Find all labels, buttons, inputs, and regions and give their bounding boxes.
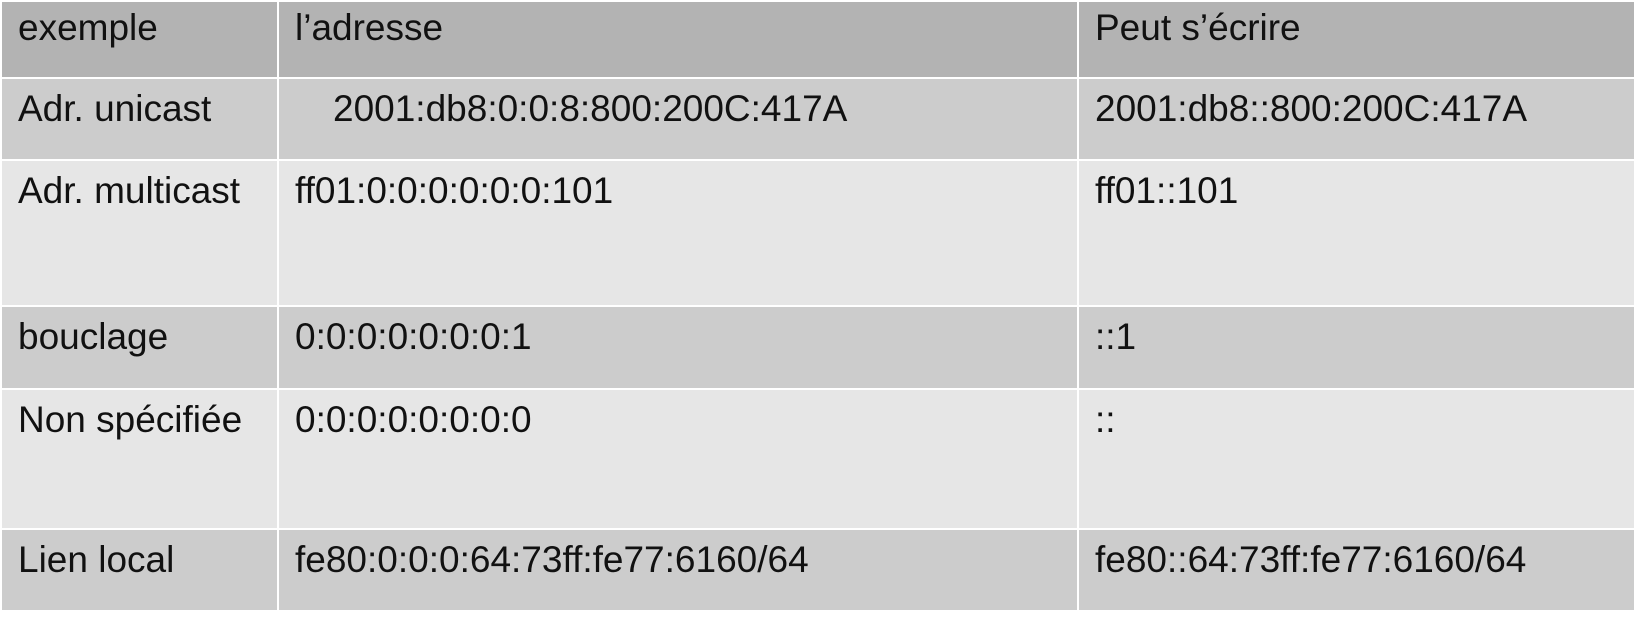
table-row: Adr. multicast ff01:0:0:0:0:0:0:101 ff01…	[0, 159, 1634, 307]
full-address-cell: 0:0:0:0:0:0:0:0	[277, 388, 1079, 530]
row-label-cell: Lien local	[0, 528, 279, 612]
short-address-cell: 2001:db8::800:200C:417A	[1077, 77, 1634, 161]
row-label-cell: Adr. multicast	[0, 159, 279, 307]
ipv6-address-table: exemple l’adresse Peut s’écrire Adr. uni…	[0, 0, 1634, 612]
short-address-cell: ::	[1077, 388, 1634, 530]
row-label-cell: Non spécifiée	[0, 388, 279, 530]
header-cell-exemple: exemple	[0, 0, 279, 79]
table-row: Non spécifiée 0:0:0:0:0:0:0:0 ::	[0, 388, 1634, 530]
ipv6-address-table-container: exemple l’adresse Peut s’écrire Adr. uni…	[0, 0, 1634, 622]
full-address-cell: 2001:db8:0:0:8:800:200C:417A	[277, 77, 1079, 161]
table-row: bouclage 0:0:0:0:0:0:0:1 ::1	[0, 305, 1634, 390]
table-row: Adr. unicast 2001:db8:0:0:8:800:200C:417…	[0, 77, 1634, 161]
full-address-cell: 0:0:0:0:0:0:0:1	[277, 305, 1079, 390]
table-header-row: exemple l’adresse Peut s’écrire	[0, 0, 1634, 79]
short-address-cell: ::1	[1077, 305, 1634, 390]
full-address-cell: fe80:0:0:0:64:73ff:fe77:6160/64	[277, 528, 1079, 612]
header-cell-peut-secrire: Peut s’écrire	[1077, 0, 1634, 79]
short-address-cell: fe80::64:73ff:fe77:6160/64	[1077, 528, 1634, 612]
row-label-cell: bouclage	[0, 305, 279, 390]
full-address-cell: ff01:0:0:0:0:0:0:101	[277, 159, 1079, 307]
row-label-cell: Adr. unicast	[0, 77, 279, 161]
table-row: Lien local fe80:0:0:0:64:73ff:fe77:6160/…	[0, 528, 1634, 612]
header-cell-adresse: l’adresse	[277, 0, 1079, 79]
short-address-cell: ff01::101	[1077, 159, 1634, 307]
